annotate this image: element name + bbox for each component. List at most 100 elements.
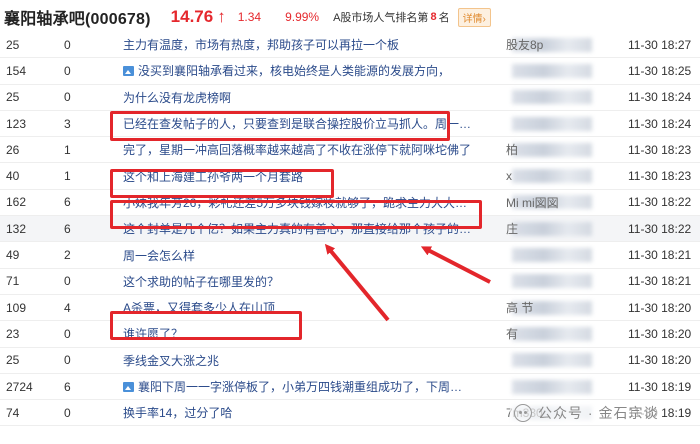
- reply-count: 0: [64, 353, 71, 368]
- post-row[interactable]: 49 2 周一会怎么样 11-30 18:21: [0, 242, 700, 269]
- reply-count: 0: [64, 326, 71, 341]
- post-row[interactable]: 109 4 A杀票，又得套多少人在山顶 高 节 11-30 18:20: [0, 295, 700, 322]
- post-time: 11-30 18:22: [628, 221, 692, 236]
- read-count: 23: [6, 326, 20, 341]
- read-count: 40: [6, 169, 20, 184]
- reply-count: 2: [64, 248, 71, 263]
- post-row[interactable]: 2724 6 襄阳下周一一字涨停板了，小弟万四钱潮重组成功了，下周… 11-30 18…: [0, 374, 700, 401]
- post-time: 11-30 18:27: [628, 37, 692, 52]
- reply-count: 3: [64, 116, 71, 131]
- post-title-text: 换手率14，过分了哈: [123, 406, 233, 421]
- post-time: 11-30 18:25: [628, 63, 692, 78]
- reply-count: 4: [64, 300, 71, 315]
- percent-change: 9.99%: [285, 10, 320, 24]
- post-title-text: 已经在查发帖子的人，只要查到是联合操控股价立马抓人。周一…: [123, 117, 472, 132]
- reply-count: 0: [64, 274, 71, 289]
- post-title-link[interactable]: 完了，星期一冲高回落概率越来越高了不收在涨停下就阿咪坨佛了: [123, 141, 499, 158]
- read-count: 25: [6, 90, 20, 105]
- post-time: 11-30 18:23: [628, 169, 692, 184]
- author-name[interactable]: 股友8p: [506, 36, 606, 53]
- reply-count: 0: [64, 63, 71, 78]
- read-count: 162: [6, 195, 27, 210]
- post-title-text: 周一会怎么样: [123, 248, 196, 263]
- author-blur-mask: [512, 379, 592, 394]
- post-title-link[interactable]: 小妹我年芳26，彩礼还差5万多块钱嫁妆就够了，跪求主力大大…: [123, 194, 499, 211]
- post-title-link[interactable]: 换手率14，过分了哈: [123, 404, 499, 421]
- post-row[interactable]: 25 0 季线金叉大涨之兆 11-30 18:20: [0, 348, 700, 374]
- stock-price: 14.76: [170, 7, 214, 26]
- post-time: 11-30 18:21: [628, 248, 692, 263]
- post-row[interactable]: 26 1 完了，星期一冲高回落概率越来越高了不收在涨停下就阿咪坨佛了 柏 11-30 1…: [0, 137, 700, 164]
- bar-title[interactable]: 襄阳轴承吧(000678): [4, 5, 151, 29]
- post-row[interactable]: 25 0 为什么没有龙虎榜啊 11-30 18:24: [0, 85, 700, 111]
- stock-header: 襄阳轴承吧(000678) 14.76 ↑ 1.34 9.99% A股市场人气排…: [0, 0, 700, 34]
- price-change: 1.34: [237, 10, 262, 24]
- author-blur-mask: [512, 90, 592, 105]
- post-title-link[interactable]: A杀票，又得套多少人在山顶: [123, 299, 499, 316]
- read-count: 71: [6, 274, 20, 289]
- post-row[interactable]: 123 3 已经在查发帖子的人，只要查到是联合操控股价立马抓人。周一… 11-30 1…: [0, 111, 700, 138]
- reply-count: 6: [64, 221, 71, 236]
- post-title-text: 主力有温度，市场有热度，邦助孩子可以再拉一个板: [123, 38, 400, 53]
- post-time: 11-30 18:20: [628, 300, 692, 315]
- post-time: 11-30 18:21: [628, 274, 692, 289]
- post-time: 11-30 18:24: [628, 90, 692, 105]
- reply-count: 6: [64, 195, 71, 210]
- author-name[interactable]: x: [506, 169, 606, 183]
- post-row[interactable]: 23 0 谁许愿了？ 有 11-30 18:20: [0, 321, 700, 348]
- post-time: 11-30 18:20: [628, 326, 692, 341]
- read-count: 109: [6, 300, 27, 315]
- post-title-link[interactable]: 为什么没有龙虎榜啊: [123, 89, 499, 106]
- reply-count: 0: [64, 90, 71, 105]
- post-title-text: 完了，星期一冲高回落概率越来越高了不收在涨停下就阿咪坨佛了: [123, 143, 472, 158]
- details-button[interactable]: 详情›: [457, 7, 491, 27]
- up-arrow-icon: ↑: [217, 7, 226, 26]
- post-title-text: 襄阳下周一一字涨停板了，小弟万四钱潮重组成功了，下周…: [138, 380, 463, 394]
- post-time: 11-30 18:23: [628, 142, 692, 157]
- author-blur-mask: [512, 116, 592, 131]
- post-title-link[interactable]: 谁许愿了？: [123, 325, 499, 342]
- post-title-link[interactable]: 襄阳下周一一字涨停板了，小弟万四钱潮重组成功了，下周…: [123, 378, 499, 395]
- post-title-text: 这个求助的帖子在哪里发的？: [123, 274, 280, 289]
- post-time: 11-30 18:20: [628, 353, 692, 368]
- post-title-link[interactable]: 没买到襄阳轴承看过来，核电始终是人类能源的发展方向，: [123, 62, 499, 79]
- post-title-text: 为什么没有龙虎榜啊: [123, 90, 232, 105]
- author-name[interactable]: 高 节: [506, 299, 606, 316]
- post-time: 11-30 18:22: [628, 195, 692, 210]
- post-title-link[interactable]: 主力有温度，市场有热度，邦助孩子可以再拉一个板: [123, 36, 499, 53]
- read-count: 49: [6, 248, 20, 263]
- post-row[interactable]: 154 0 没买到襄阳轴承看过来，核电始终是人类能源的发展方向， 11-30 18:2…: [0, 58, 700, 85]
- post-row[interactable]: 40 1 这个和上海建工孙爷两一个月套路 x 11-30 18:23: [0, 163, 700, 190]
- post-title-text: 谁许愿了？: [123, 327, 184, 342]
- read-count: 2724: [6, 379, 33, 394]
- reply-count: 0: [64, 37, 71, 52]
- post-title-link[interactable]: 这个封单是几个亿？如果主力真的有善心，那直接给那个孩子的…: [123, 220, 499, 237]
- post-row[interactable]: 25 0 主力有温度，市场有热度，邦助孩子可以再拉一个板 股友8p 11-30 18:2…: [0, 32, 700, 59]
- author-name[interactable]: 有: [506, 325, 606, 342]
- post-title-link[interactable]: 这个求助的帖子在哪里发的？: [123, 273, 499, 290]
- popularity-rank-unit: 名: [438, 12, 450, 24]
- image-icon: [123, 66, 134, 77]
- post-row[interactable]: 162 6 小妹我年芳26，彩礼还差5万多块钱嫁妆就够了，跪求主力大大… Mi mi図…: [0, 190, 700, 217]
- post-row[interactable]: 132 6 这个封单是几个亿？如果主力真的有善心，那直接给那个孩子的… 庄 11-30 …: [0, 216, 700, 243]
- post-row[interactable]: 71 0 这个求助的帖子在哪里发的？ 11-30 18:21: [0, 269, 700, 295]
- author-name[interactable]: Mi mi図図: [506, 194, 606, 211]
- popularity-rank-number: 8: [430, 11, 437, 23]
- read-count: 26: [6, 142, 20, 157]
- post-title-text: A杀票，又得套多少人在山顶: [123, 301, 276, 316]
- read-count: 25: [6, 37, 20, 52]
- post-title-link[interactable]: 这个和上海建工孙爷两一个月套路: [123, 168, 499, 185]
- post-title-link[interactable]: 周一会怎么样: [123, 247, 499, 264]
- popularity-rank-label: A股市场人气排名第: [333, 12, 429, 24]
- reply-count: 1: [64, 169, 71, 184]
- read-count: 25: [6, 353, 20, 368]
- post-title-link[interactable]: 已经在查发帖子的人，只要查到是联合操控股价立马抓人。周一…: [123, 115, 499, 132]
- image-icon: [123, 382, 134, 392]
- author-blur-mask: [512, 353, 592, 368]
- author-name[interactable]: 庄: [506, 220, 606, 237]
- author-blur-mask: [512, 248, 592, 263]
- post-title-text: 这个封单是几个亿？如果主力真的有善心，那直接给那个孩子的…: [123, 222, 472, 237]
- watermark-text: 公众号 · 金石宗谈: [538, 405, 659, 421]
- author-name[interactable]: 柏: [506, 141, 606, 158]
- post-title-link[interactable]: 季线金叉大涨之兆: [123, 352, 499, 369]
